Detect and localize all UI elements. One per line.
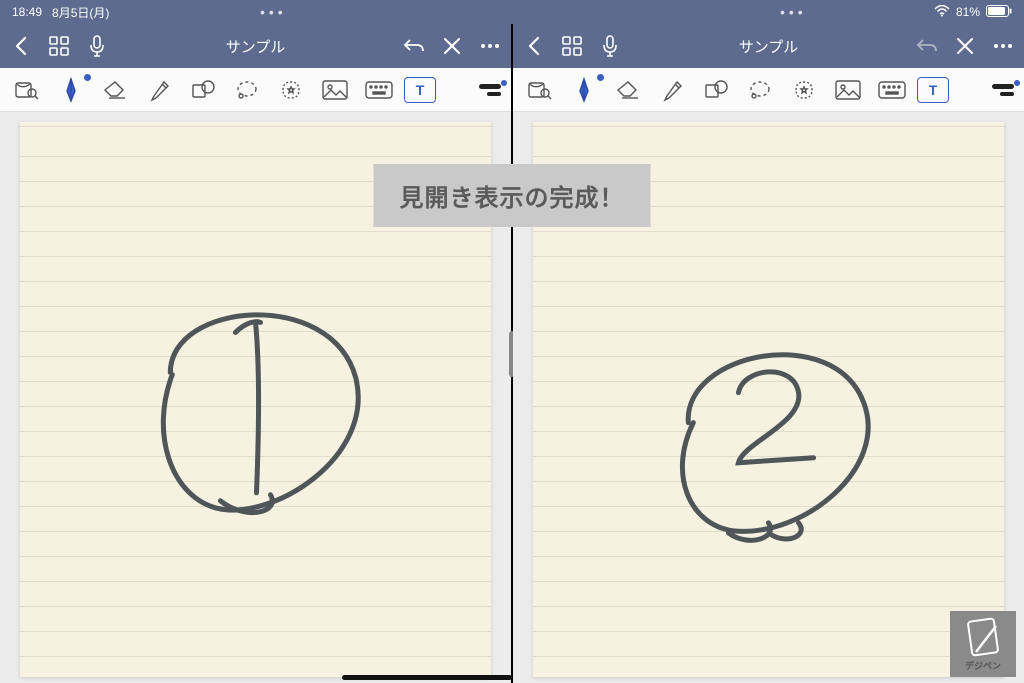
more-icon[interactable] <box>992 35 1014 57</box>
thumbnails-icon[interactable] <box>561 35 583 57</box>
image-tool[interactable] <box>829 75 867 105</box>
undo-icon[interactable] <box>403 35 425 57</box>
sticker-tool[interactable] <box>785 75 823 105</box>
status-right: 81% <box>934 5 1012 20</box>
shape-tool[interactable] <box>184 75 222 105</box>
toolbar-left: T <box>0 68 511 112</box>
bluetooth-indicator-icon <box>597 74 604 81</box>
toolbar-right: T <box>513 68 1024 112</box>
sticker-tool[interactable] <box>272 75 310 105</box>
text-tool[interactable]: T <box>917 77 949 103</box>
back-icon[interactable] <box>523 35 545 57</box>
wifi-icon <box>934 5 950 20</box>
watermark-label: デジペン <box>965 659 1001 672</box>
image-tool[interactable] <box>316 75 354 105</box>
close-icon[interactable] <box>441 35 463 57</box>
stroke-color-dot <box>1014 80 1020 86</box>
pane-right: サンプル T <box>513 24 1024 683</box>
text-tool[interactable]: T <box>404 77 436 103</box>
mic-icon[interactable] <box>86 35 108 57</box>
multitask-dots-right[interactable]: ••• <box>780 4 807 20</box>
pen-tool[interactable] <box>565 75 603 105</box>
stroke-indicator[interactable] <box>992 84 1016 96</box>
highlighter-tool[interactable] <box>653 75 691 105</box>
eraser-tool[interactable] <box>609 75 647 105</box>
stroke-indicator[interactable] <box>479 84 503 96</box>
thumbnails-icon[interactable] <box>48 35 70 57</box>
battery-icon <box>986 5 1012 20</box>
zoom-tool[interactable] <box>521 75 559 105</box>
status-date: 8月5日(月) <box>52 4 109 21</box>
keyboard-tool[interactable] <box>360 75 398 105</box>
watermark: デジペン <box>950 611 1016 677</box>
pen-tool[interactable] <box>52 75 90 105</box>
tablet-pen-icon <box>962 616 1004 658</box>
bluetooth-indicator-icon <box>84 74 91 81</box>
status-bar: 18:49 8月5日(月) ••• ••• 81% <box>0 0 1024 24</box>
back-icon[interactable] <box>10 35 32 57</box>
stroke-color-dot <box>501 80 507 86</box>
text-tool-label: T <box>929 82 938 98</box>
eraser-tool[interactable] <box>96 75 134 105</box>
text-tool-label: T <box>416 82 425 98</box>
status-left: 18:49 8月5日(月) <box>12 4 109 21</box>
shape-tool[interactable] <box>697 75 735 105</box>
battery-percent: 81% <box>956 5 980 19</box>
highlighter-tool[interactable] <box>140 75 178 105</box>
lasso-tool[interactable] <box>741 75 779 105</box>
keyboard-tool[interactable] <box>873 75 911 105</box>
undo-icon[interactable] <box>916 35 938 57</box>
status-time: 18:49 <box>12 5 42 19</box>
more-icon[interactable] <box>479 35 501 57</box>
lasso-tool[interactable] <box>228 75 266 105</box>
split-view: サンプル T <box>0 24 1024 683</box>
multitask-dots-left[interactable]: ••• <box>260 4 287 20</box>
nav-bar-right: サンプル <box>513 24 1024 68</box>
pane-left: サンプル T <box>0 24 511 683</box>
nav-bar-left: サンプル <box>0 24 511 68</box>
zoom-tool[interactable] <box>8 75 46 105</box>
close-icon[interactable] <box>954 35 976 57</box>
overlay-banner: 見開き表示の完成！ <box>374 164 651 227</box>
mic-icon[interactable] <box>599 35 621 57</box>
home-indicator[interactable] <box>342 675 512 680</box>
overlay-text: 見開き表示の完成！ <box>400 185 625 212</box>
